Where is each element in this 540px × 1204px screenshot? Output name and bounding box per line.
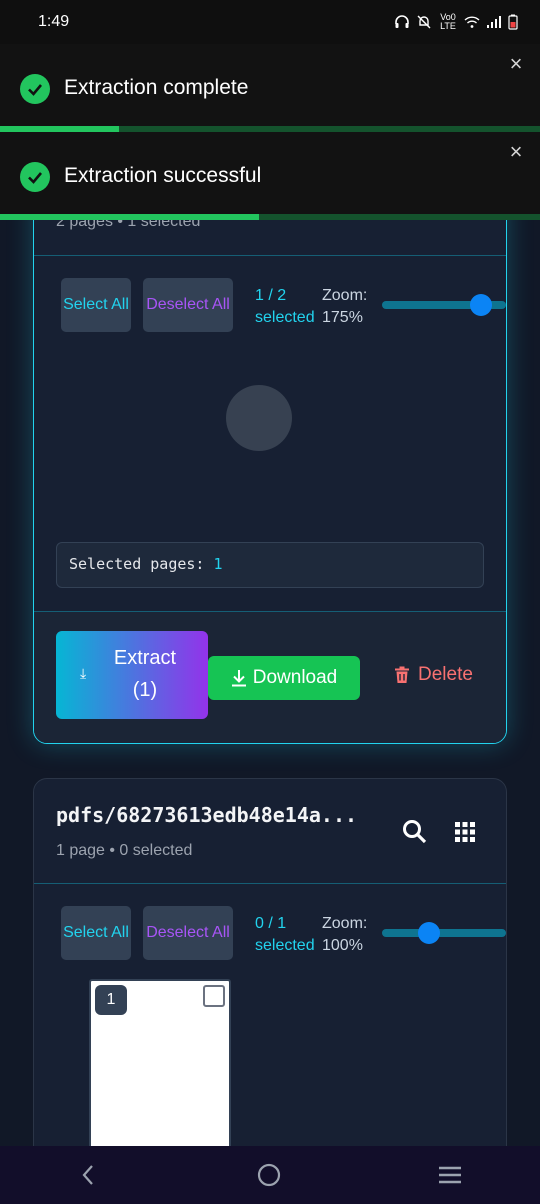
toast-progress-track bbox=[0, 214, 540, 220]
zoom-label: Zoom: bbox=[322, 915, 368, 932]
toast-message: Extraction successful bbox=[64, 164, 262, 187]
bell-muted-icon bbox=[417, 15, 431, 29]
battery-icon bbox=[508, 14, 518, 30]
extract-count: (1) bbox=[132, 679, 158, 701]
trash-icon bbox=[395, 666, 409, 683]
check-circle-icon bbox=[20, 162, 50, 192]
pdf-card-selected: 2 pages • 1 selected Select All Deselect… bbox=[33, 190, 507, 744]
deselect-all-button[interactable]: Deselect All bbox=[143, 906, 233, 960]
selected-pages-value: 1 bbox=[213, 555, 223, 573]
card-meta: 1 page • 0 selected bbox=[56, 842, 193, 859]
grid-icon[interactable] bbox=[450, 817, 480, 847]
loading-spinner bbox=[226, 385, 292, 451]
close-icon[interactable]: × bbox=[504, 140, 528, 164]
back-icon[interactable] bbox=[77, 1163, 101, 1187]
card-actions: ⤓ Extract (1) Download Delete bbox=[34, 612, 506, 743]
recents-icon[interactable] bbox=[437, 1163, 463, 1187]
zoom-label: Zoom: bbox=[322, 287, 368, 304]
pdf-title: pdfs/68273613edb48e14a... bbox=[56, 803, 358, 827]
divider bbox=[34, 255, 506, 256]
download-button[interactable]: Download bbox=[208, 656, 360, 700]
divider bbox=[34, 883, 506, 884]
toast-message: Extraction complete bbox=[64, 76, 249, 99]
zoom-value: 175% bbox=[322, 309, 363, 326]
page-checkbox[interactable] bbox=[203, 985, 225, 1007]
toast-extraction-successful: Extraction successful × bbox=[0, 132, 540, 220]
status-time: 1:49 bbox=[38, 13, 70, 30]
system-nav-bar bbox=[0, 1146, 540, 1204]
check-circle-icon bbox=[20, 74, 50, 104]
selected-count: 1 / 2 selected bbox=[255, 287, 315, 326]
delete-label: Delete bbox=[418, 664, 473, 685]
wifi-icon bbox=[464, 16, 480, 28]
toast-progress-fill bbox=[0, 214, 260, 220]
extract-label: Extract bbox=[113, 647, 177, 669]
download-label: Download bbox=[252, 667, 338, 688]
close-icon[interactable]: × bbox=[504, 52, 528, 76]
search-icon[interactable] bbox=[400, 817, 430, 847]
select-all-button[interactable]: Select All bbox=[61, 278, 131, 332]
status-icons: Vo0 LTE bbox=[394, 13, 518, 31]
network-type-label: Vo0 LTE bbox=[440, 12, 456, 31]
selected-pages-label: Selected pages: bbox=[69, 555, 205, 573]
extract-button[interactable]: ⤓ Extract (1) bbox=[56, 631, 208, 719]
pdf-card: pdfs/68273613edb48e14a... 1 page • 0 sel… bbox=[33, 778, 507, 1178]
zoom-slider[interactable] bbox=[382, 929, 506, 937]
zoom-value: 100% bbox=[322, 937, 363, 954]
status-bar: 1:49 Vo0 LTE bbox=[0, 0, 540, 44]
page-number-badge: 1 bbox=[95, 985, 127, 1015]
deselect-all-button[interactable]: Deselect All bbox=[143, 278, 233, 332]
zoom-slider-thumb[interactable] bbox=[470, 294, 493, 316]
signal-icon bbox=[487, 16, 501, 28]
selected-pages-bar: Selected pages: 1 bbox=[56, 542, 484, 588]
headphones-icon bbox=[395, 15, 409, 28]
zoom-slider-thumb[interactable] bbox=[418, 922, 441, 944]
download-icon bbox=[231, 670, 246, 687]
home-icon[interactable] bbox=[256, 1162, 282, 1188]
selected-count: 0 / 1 selected bbox=[255, 915, 315, 954]
toast-extraction-complete: Extraction complete × bbox=[0, 44, 540, 132]
select-all-button[interactable]: Select All bbox=[61, 906, 131, 960]
delete-button[interactable]: Delete bbox=[394, 664, 473, 686]
